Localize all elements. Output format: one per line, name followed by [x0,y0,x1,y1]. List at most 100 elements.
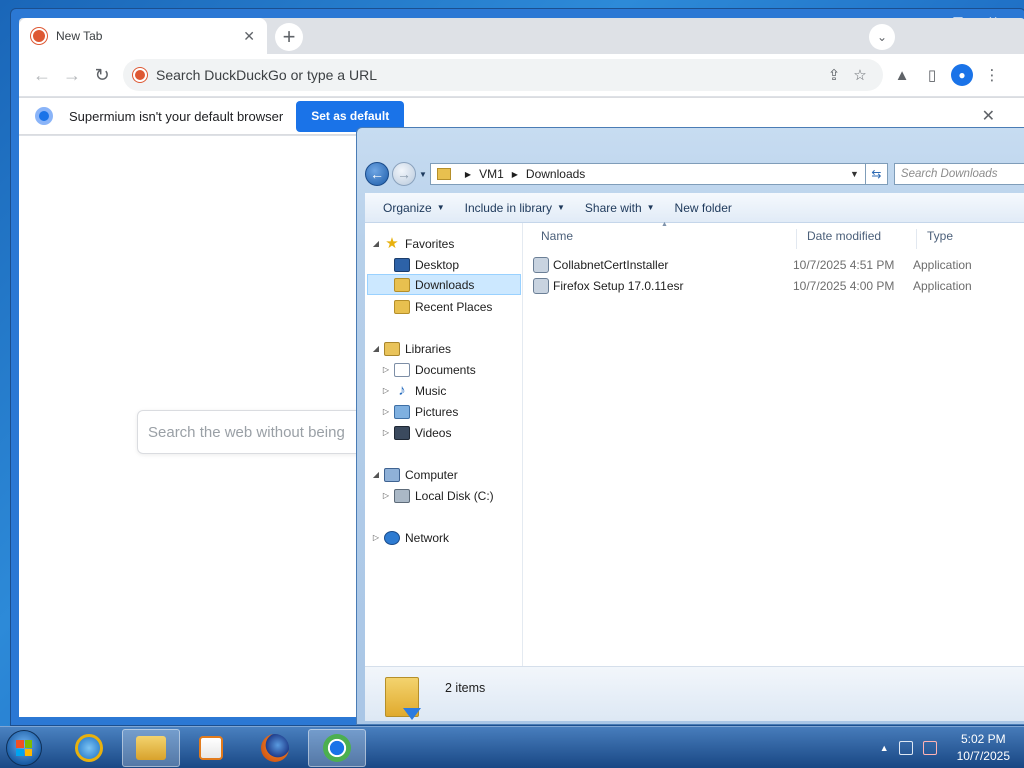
tab-title: New Tab [56,29,103,43]
expanded-arrow-icon[interactable]: ◢ [371,470,381,479]
nav-music[interactable]: ▷ ♪ Music [381,380,446,401]
file-row[interactable]: Firefox Setup 17.0.11esr 10/7/2025 4:00 … [533,276,972,296]
menu-button[interactable]: ⋮ [977,60,1007,90]
recent-locations-dropdown[interactable]: ▼ [419,170,427,179]
explorer-address-bar[interactable]: ▶ VM1 ▶ Downloads ▼ [429,163,866,185]
column-type[interactable]: Type [917,229,1024,249]
address-dropdown-icon[interactable]: ▼ [850,169,859,179]
chevron-down-icon: ▼ [436,203,445,212]
expanded-arrow-icon[interactable]: ◢ [371,239,381,248]
network-status-icon[interactable] [898,741,913,755]
nav-videos[interactable]: ▷ Videos [381,422,451,443]
nav-computer[interactable]: ◢ Computer [371,464,458,485]
explorer-navigation-row: ← → ▼ ▶ VM1 ▶ Downloads ▼ ⇆ Search Downl… [365,161,1024,187]
nav-favorites-label: Favorites [405,236,455,251]
nav-network[interactable]: ▷ Network [371,527,449,548]
file-row[interactable]: CollabnetCertInstaller 10/7/2025 4:51 PM… [533,255,972,275]
tab-close-button[interactable]: ✕ [243,28,255,45]
nav-downloads[interactable]: Downloads [367,274,521,295]
collapsed-arrow-icon[interactable]: ▷ [381,428,391,437]
clock-date: 10/7/2025 [956,749,1010,763]
start-button[interactable] [6,730,42,766]
collapsed-arrow-icon[interactable]: ▷ [371,533,381,542]
share-with-menu[interactable]: Share with ▼ [575,201,665,215]
back-button[interactable]: ← [27,60,57,90]
include-in-library-menu[interactable]: Include in library ▼ [455,201,575,215]
column-date-modified[interactable]: Date modified [797,229,917,249]
breadcrumb-separator-icon: ▶ [511,169,518,179]
breadcrumb-separator-icon: ▶ [464,169,472,179]
organize-label: Organize [383,200,432,215]
file-name: CollabnetCertInstaller [553,258,669,272]
include-in-library-label: Include in library [464,200,552,215]
profile-button[interactable]: ● [947,60,977,90]
nav-favorites[interactable]: ◢ ★ Favorites [371,233,454,254]
bookmark-star-icon[interactable]: ☆ [847,66,873,84]
file-date: 10/7/2025 4:51 PM [793,258,895,272]
show-hidden-icons-button[interactable]: ▲ [880,743,889,753]
file-type: Application [913,258,972,272]
recent-places-icon [394,299,410,314]
tab-search-button[interactable]: ⌄ [869,24,895,50]
nav-pictures-label: Pictures [415,404,459,419]
explorer-window: ← → ▼ ▶ VM1 ▶ Downloads ▼ ⇆ Search Downl… [356,127,1024,725]
file-name: Firefox Setup 17.0.11esr [553,279,684,293]
new-folder-button[interactable]: New folder [665,201,742,215]
nav-desktop[interactable]: Desktop [394,254,459,275]
tab-new-tab[interactable]: New Tab ✕ [19,18,267,54]
breadcrumb-vm1[interactable]: VM1 [479,167,504,181]
reload-button[interactable]: ↻ [87,60,117,90]
collapsed-arrow-icon[interactable]: ▷ [381,386,391,395]
address-bar[interactable]: Search DuckDuckGo or type a URL ⇪ ☆ [123,59,883,91]
collapsed-arrow-icon[interactable]: ▷ [381,407,391,416]
windows-logo-icon [16,740,32,756]
libraries-icon [384,341,400,356]
internet-explorer-icon [75,734,103,762]
taskbar-media-player[interactable] [182,729,240,767]
labs-flask-icon[interactable]: ▲ [887,60,917,90]
file-date: 10/7/2025 4:00 PM [793,279,895,293]
documents-icon [394,362,410,377]
videos-icon [394,425,410,440]
taskbar-explorer[interactable] [122,729,180,767]
side-panel-icon[interactable]: ▯ [917,60,947,90]
taskbar-supermium[interactable] [308,729,366,767]
clock[interactable]: 5:02 PM 10/7/2025 [957,731,1010,765]
share-icon[interactable]: ⇪ [821,66,847,84]
item-count: 2 items [445,681,486,695]
media-player-icon [199,736,223,760]
nav-recent-places[interactable]: Recent Places [394,296,492,317]
infobar-close-button[interactable]: ✕ [982,106,995,126]
nav-documents[interactable]: ▷ Documents [381,359,476,380]
refresh-button[interactable]: ⇆ [865,163,888,185]
volume-muted-icon[interactable] [922,741,937,755]
local-disk-icon [394,488,410,503]
taskbar-internet-explorer[interactable] [60,729,118,767]
organize-menu[interactable]: Organize ▼ [373,201,455,215]
supermium-logo-icon [35,107,53,125]
explorer-forward-button[interactable]: → [392,162,416,186]
expanded-arrow-icon[interactable]: ◢ [371,344,381,353]
installer-app-icon [533,257,549,273]
duckduckgo-icon [133,68,147,82]
new-tab-button[interactable]: + [275,23,303,51]
computer-icon [384,467,400,482]
collapsed-arrow-icon[interactable]: ▷ [381,491,391,500]
explorer-back-button[interactable]: ← [365,162,389,186]
nav-pictures[interactable]: ▷ Pictures [381,401,458,422]
nav-local-disk[interactable]: ▷ Local Disk (C:) [381,485,494,506]
sort-ascending-icon: ▲ [661,221,668,228]
column-name[interactable]: Name [531,229,797,249]
supermium-icon [323,734,351,762]
nav-downloads-label: Downloads [415,277,475,292]
share-with-label: Share with [584,200,642,215]
setup-app-icon [533,278,549,294]
breadcrumb-downloads[interactable]: Downloads [526,167,585,181]
nav-documents-label: Documents [415,362,476,377]
forward-button[interactable]: → [57,60,87,90]
taskbar-firefox[interactable] [246,729,304,767]
explorer-command-bar: Organize ▼ Include in library ▼ Share with… [365,193,1024,223]
nav-libraries[interactable]: ◢ Libraries [371,338,451,359]
collapsed-arrow-icon[interactable]: ▷ [381,365,391,374]
search-downloads-input[interactable]: Search Downloads [893,163,1024,185]
